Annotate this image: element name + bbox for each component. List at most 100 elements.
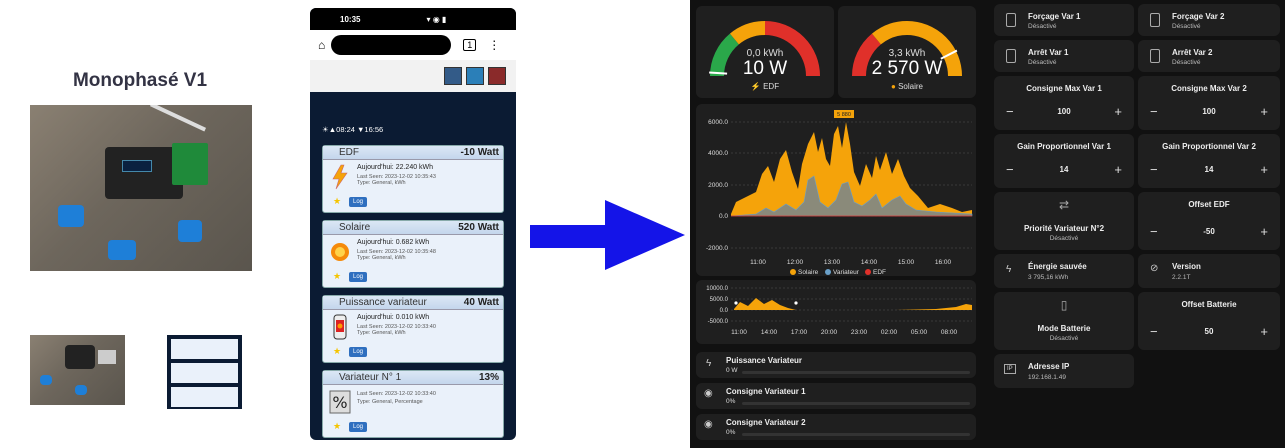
plus-button[interactable]: + (1260, 224, 1268, 239)
phone-screenshot-thumb[interactable] (167, 335, 242, 409)
ip-icon: IP (1004, 364, 1016, 374)
tile-value: 192.168.1.49 (1028, 374, 1066, 381)
star-icon[interactable]: ★ (333, 271, 341, 282)
tile-value[interactable]: -50 (1203, 227, 1215, 236)
plus-button[interactable]: + (1260, 324, 1268, 339)
device-card-puissance-variateur[interactable]: Puissance variateur 40 Watt Aujourd'hui: … (322, 295, 504, 363)
home-icon[interactable]: ⌂ (318, 38, 325, 52)
log-button[interactable]: Log (349, 272, 368, 282)
tile-value[interactable]: 14 (1060, 165, 1069, 174)
tile-name: Forçage Var 1 (1028, 12, 1081, 21)
battery-icon: ▯ (1060, 298, 1068, 312)
x-tick: 02:00 (881, 329, 898, 336)
tile-consigne-max-var-1: Consigne Max Var 1 − 100 + (994, 76, 1134, 130)
sensor-puissance-variateur[interactable]: ϟ Puissance Variateur 0 W (696, 352, 976, 378)
tile-name: Adresse IP (1028, 362, 1070, 371)
tile-state: Désactivé (1028, 59, 1057, 66)
gauge-edf[interactable]: 0,0 kWh 10 W ⚡ EDF (696, 6, 834, 98)
tile-value[interactable]: 100 (1057, 107, 1070, 116)
plus-button[interactable]: + (1260, 104, 1268, 119)
eye-icon: ◉ (704, 419, 713, 430)
tile-name: Gain Proportionnel Var 1 (1017, 142, 1111, 151)
minus-button[interactable]: − (1150, 324, 1158, 339)
card-value: -10 Watt (460, 147, 499, 158)
tile-forcage-var-2[interactable]: Forçage Var 2 Désactivé (1138, 4, 1280, 36)
x-tick: 11:00 (731, 329, 747, 336)
sun-times: ☀▲08:24 ▼16:56 (322, 125, 384, 134)
history-chart-svg: 10000.0 5000.0 0.0 -5000.0 11:00 14:00 1… (706, 286, 972, 336)
tile-name: Arrêt Var 1 (1028, 48, 1069, 57)
lightning-icon (332, 164, 348, 190)
tile-energie-sauvee[interactable]: ϟ Énergie sauvée 3 795,16 kWh (994, 254, 1134, 288)
status-time: 10:35 (340, 14, 361, 24)
device-card-solaire[interactable]: Solaire 520 Watt Aujourd'hui: 0.682 kWh L… (322, 220, 504, 288)
device-card-edf[interactable]: EDF -10 Watt Aujourd'hui: 22.240 kWh Last… (322, 145, 504, 213)
device-card-variateur-1[interactable]: Variateur N° 1 13% % Last Seen: 2023-12-0… (322, 370, 504, 438)
toolbar-button-1[interactable] (444, 67, 462, 85)
status-icons: ▾ ◉ ▮ (426, 14, 447, 24)
tile-arret-var-2[interactable]: Arrêt Var 2 Désactivé (1138, 40, 1280, 72)
tile-name: Arrêt Var 2 (1172, 48, 1213, 57)
y-tick: 2000.0 (708, 182, 728, 189)
tile-priorite-variateur-2[interactable]: ⇄ Priorité Variateur N°2 Désactivé (994, 192, 1134, 250)
legend-swatch-edf (865, 269, 871, 275)
plus-button[interactable]: + (1114, 162, 1122, 177)
log-button[interactable]: Log (349, 197, 368, 207)
card-title: Variateur N° 1 (339, 372, 402, 383)
tabs-icon[interactable]: 1 (463, 39, 477, 51)
tile-adresse-ip[interactable]: IP Adresse IP 192.168.1.49 (994, 354, 1134, 388)
tile-forcage-var-1[interactable]: Forçage Var 1 Désactivé (994, 4, 1134, 36)
sensor-consigne-variateur-1[interactable]: ◉ Consigne Variateur 1 0% (696, 383, 976, 409)
power-chart[interactable]: 6000.0 4000.0 2000.0 0.0 -2000.0 5 880 1… (696, 104, 976, 276)
history-chart[interactable]: 10000.0 5000.0 0.0 -5000.0 11:00 14:00 1… (696, 280, 976, 344)
toolbar-button-3[interactable] (488, 67, 506, 85)
tile-consigne-max-var-2: Consigne Max Var 2 − 100 + (1138, 76, 1280, 130)
tile-name: Mode Batterie (1037, 324, 1091, 333)
power-chart-svg: 6000.0 4000.0 2000.0 0.0 -2000.0 5 880 1… (706, 110, 973, 276)
legend-variateur[interactable]: Variateur (833, 269, 860, 276)
x-tick: 05:00 (911, 329, 928, 336)
plus-button[interactable]: + (1114, 104, 1122, 119)
menu-icon[interactable]: ⋮ (488, 38, 500, 52)
toolbar-button-2[interactable] (466, 67, 484, 85)
card-type: Type: General, kWh (357, 255, 406, 261)
tile-value: 3 795,16 kWh (1028, 274, 1069, 281)
tile-arret-var-1[interactable]: Arrêt Var 1 Désactivé (994, 40, 1134, 72)
legend-solaire[interactable]: Solaire (798, 269, 819, 276)
tile-version[interactable]: ⊘ Version 2.2.1T (1138, 254, 1280, 288)
gauge-solaire[interactable]: 3,3 kWh 2 570 W ● Solaire (838, 6, 976, 98)
url-field[interactable] (331, 35, 452, 55)
sensor-name: Consigne Variateur 2 (726, 418, 806, 427)
sensor-name: Puissance Variateur (726, 356, 803, 365)
tile-state: Désactivé (1028, 23, 1057, 30)
star-icon[interactable]: ★ (333, 346, 341, 357)
legend-edf[interactable]: EDF (873, 269, 886, 276)
tile-mode-batterie[interactable]: ▯ Mode Batterie Désactivé (994, 292, 1134, 350)
star-icon[interactable]: ★ (333, 421, 341, 432)
x-tick: 12:00 (787, 259, 804, 266)
sensor-consigne-variateur-2[interactable]: ◉ Consigne Variateur 2 0% (696, 414, 976, 440)
plus-button[interactable]: + (1260, 162, 1268, 177)
log-button[interactable]: Log (349, 347, 368, 357)
card-last-seen: Last Seen: 2023-12-02 10:33:40 (357, 391, 436, 397)
minus-button[interactable]: − (1006, 104, 1014, 119)
tile-value[interactable]: 100 (1202, 107, 1215, 116)
card-today: Aujourd'hui: 0.682 kWh (357, 239, 430, 246)
log-button[interactable]: Log (349, 422, 368, 432)
star-icon[interactable]: ★ (333, 196, 341, 207)
minus-button[interactable]: − (1006, 162, 1014, 177)
device-photo-large (30, 105, 252, 271)
tile-name: Priorité Variateur N°2 (1023, 224, 1105, 233)
phone-screen: 10:35 ▾ ◉ ▮ ⌂ 1 ⋮ ☀▲08:24 ▼16:56 EDF -10 … (310, 8, 516, 440)
minus-button[interactable]: − (1150, 162, 1158, 177)
minus-button[interactable]: − (1150, 104, 1158, 119)
tile-value[interactable]: 50 (1205, 327, 1214, 336)
tile-state: Désactivé (1172, 59, 1201, 66)
tile-value[interactable]: 14 (1205, 165, 1214, 174)
device-photo-thumb[interactable] (30, 335, 125, 405)
peak-label: 5 880 (837, 112, 851, 118)
minus-button[interactable]: − (1150, 224, 1158, 239)
sun-icon (331, 243, 349, 261)
gauge-label: EDF (763, 82, 780, 91)
lightning-icon: ⚡ (750, 82, 761, 91)
